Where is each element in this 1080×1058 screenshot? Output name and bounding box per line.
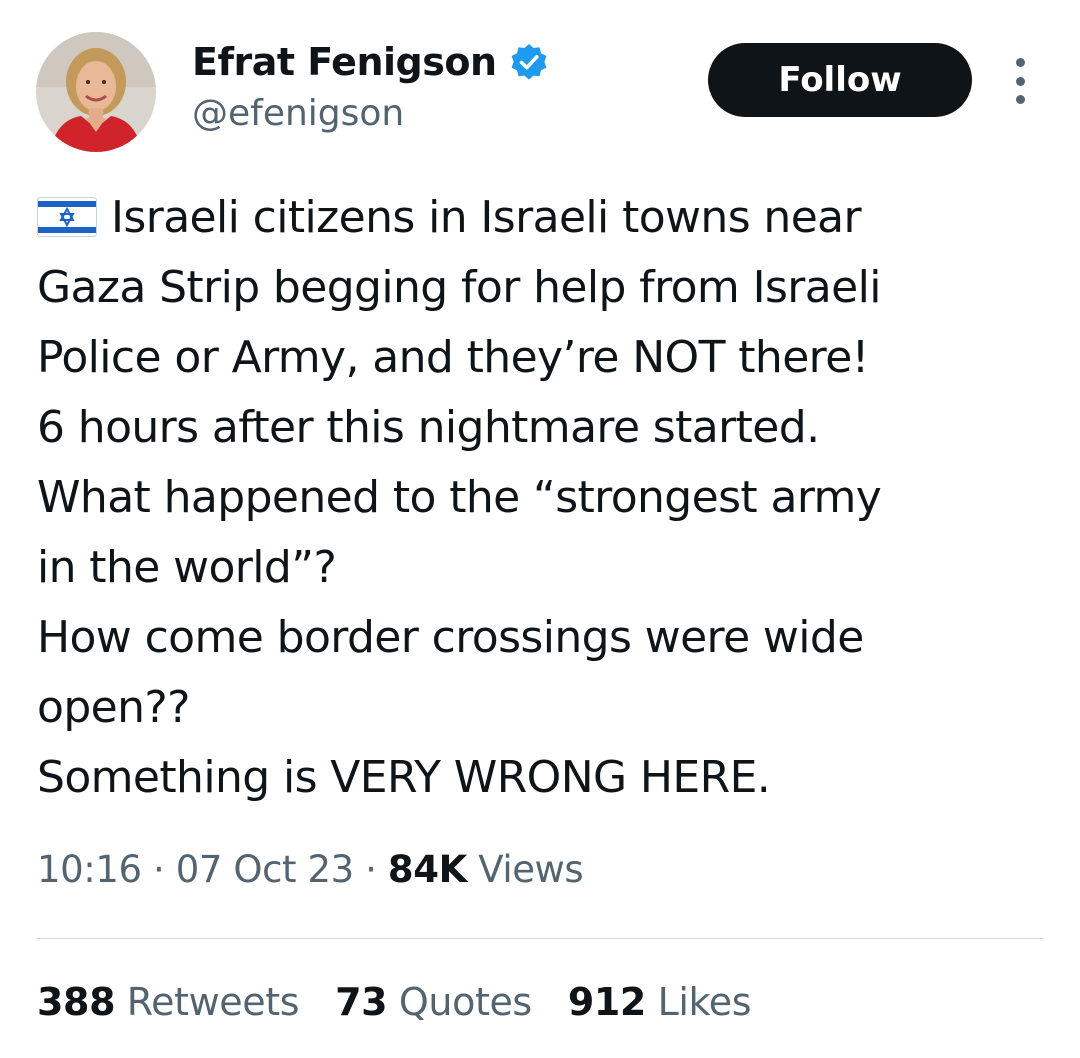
follow-button[interactable]: Follow: [708, 43, 972, 117]
author-handle[interactable]: @efenigson: [192, 93, 404, 134]
tweet-date[interactable]: 07 Oct 23: [176, 848, 354, 891]
views-count: 84K: [387, 848, 467, 891]
tweet-line-text: Israeli citizens in Israeli towns near: [111, 192, 862, 243]
tweet-meta: 10:16 · 07 Oct 23 · 84K Views: [37, 848, 584, 891]
more-options-button[interactable]: [1004, 58, 1036, 104]
quotes-count: 73: [335, 980, 388, 1024]
more-dots-icon: [1015, 58, 1025, 67]
avatar[interactable]: [36, 32, 156, 152]
likes-count: 912: [567, 980, 647, 1024]
profile-photo-icon: [36, 32, 156, 152]
israel-flag-icon: [37, 188, 97, 237]
engagement-stats: 388 Retweets 73 Quotes 912 Likes: [37, 980, 787, 1024]
author-name-row[interactable]: Efrat Fenigson: [192, 36, 549, 88]
author-display-name[interactable]: Efrat Fenigson: [192, 40, 497, 84]
tweet-line: What happened to the “strongest army: [37, 472, 882, 523]
views-label: Views: [466, 848, 584, 891]
tweet-line: Something is VERY WRONG HERE.: [37, 752, 771, 803]
tweet-line: Israeli citizens in Israeli towns near: [37, 183, 1047, 253]
likes-stat[interactable]: 912 Likes: [567, 980, 752, 1024]
meta-separator: ·: [141, 848, 176, 891]
tweet-line: Gaza Strip begging for help from Israeli: [37, 262, 881, 313]
tweet-line: open??: [37, 682, 191, 733]
quotes-label: Quotes: [387, 980, 532, 1024]
more-dot: [1015, 95, 1025, 104]
likes-label: Likes: [645, 980, 752, 1024]
meta-separator: ·: [353, 848, 388, 891]
tweet-time[interactable]: 10:16: [37, 848, 142, 891]
tweet-line: in the world”?: [37, 542, 337, 593]
quotes-stat[interactable]: 73 Quotes: [335, 980, 532, 1024]
verified-badge-icon: [509, 42, 549, 82]
retweets-count: 388: [37, 980, 116, 1024]
retweets-label: Retweets: [115, 980, 300, 1024]
tweet-line: How come border crossings were wide: [37, 612, 864, 663]
retweets-stat[interactable]: 388 Retweets: [37, 980, 300, 1024]
more-dot: [1015, 76, 1025, 86]
tweet-text: Israeli citizens in Israeli towns near G…: [37, 183, 1047, 813]
tweet-line: 6 hours after this nightmare started.: [37, 402, 820, 453]
tweet-line: Police or Army, and they’re NOT there!: [37, 332, 869, 383]
divider: [37, 938, 1043, 939]
